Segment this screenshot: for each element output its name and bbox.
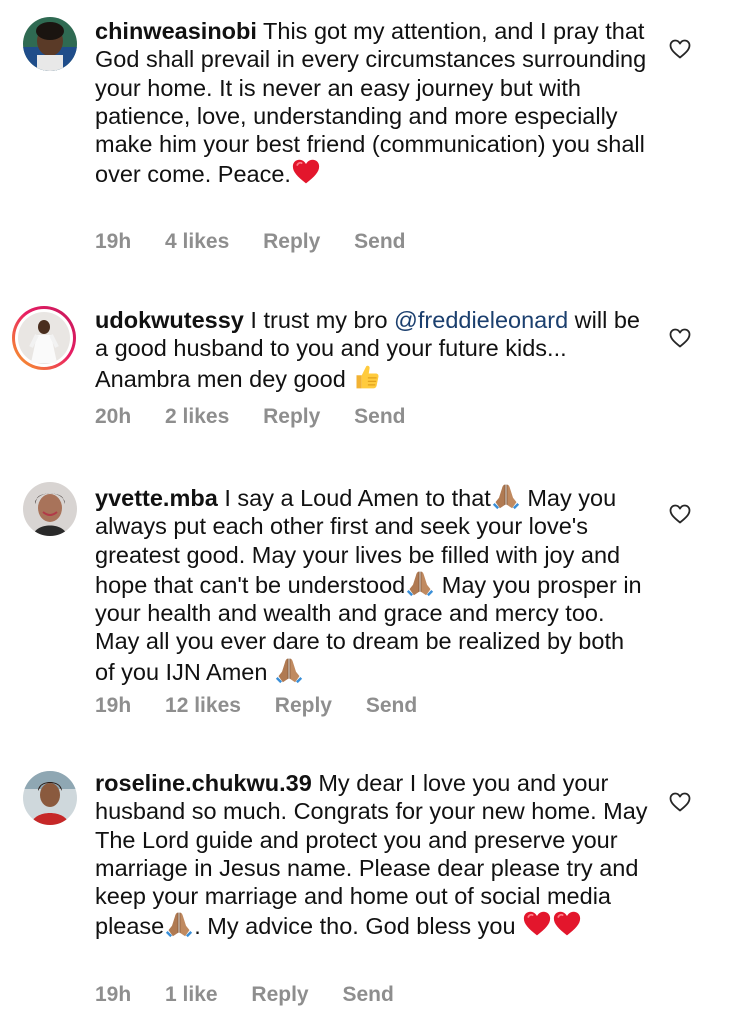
comment-text: chinweasinobi This got my attention, and… bbox=[95, 17, 650, 189]
heart-outline-icon[interactable] bbox=[668, 790, 692, 814]
username[interactable]: udokwutessy bbox=[95, 307, 244, 333]
red-heart-emoji bbox=[522, 910, 552, 938]
timestamp: 19h bbox=[95, 230, 132, 253]
comment-body: I trust my bro bbox=[250, 307, 395, 333]
likes-count[interactable]: 1 like bbox=[165, 983, 218, 1007]
timestamp: 19h bbox=[95, 694, 132, 717]
avatar[interactable] bbox=[11, 305, 77, 371]
likes-count[interactable]: 2 likes bbox=[165, 405, 229, 429]
thumbs-up-emoji bbox=[352, 363, 382, 391]
avatar[interactable] bbox=[23, 771, 77, 825]
likes-count[interactable]: 4 likes bbox=[165, 230, 229, 254]
avatar[interactable] bbox=[23, 482, 77, 536]
comment-meta: 19h 12 likes Reply Send bbox=[95, 694, 445, 718]
folded-hands-emoji bbox=[164, 910, 194, 938]
folded-hands-emoji bbox=[405, 569, 435, 597]
comment-meta: 19h 1 like Reply Send bbox=[95, 983, 422, 1007]
comment-text: roseline.chukwu.39 My dear I love you an… bbox=[95, 769, 650, 941]
red-heart-emoji bbox=[552, 910, 582, 938]
reply-button[interactable]: Reply bbox=[263, 230, 320, 254]
avatar[interactable] bbox=[23, 17, 77, 71]
reply-button[interactable]: Reply bbox=[251, 983, 308, 1007]
username[interactable]: yvette.mba bbox=[95, 485, 218, 511]
heart-outline-icon[interactable] bbox=[668, 37, 692, 61]
reply-button[interactable]: Reply bbox=[263, 405, 320, 429]
folded-hands-emoji bbox=[274, 656, 304, 684]
mention-link[interactable]: @freddieleonard bbox=[394, 307, 568, 333]
comment-body: . My advice tho. God bless you bbox=[194, 913, 523, 940]
send-button[interactable]: Send bbox=[354, 230, 405, 254]
heart-outline-icon[interactable] bbox=[668, 326, 692, 350]
send-button[interactable]: Send bbox=[342, 983, 393, 1007]
comment-meta: 20h 2 likes Reply Send bbox=[95, 405, 433, 429]
likes-count[interactable]: 12 likes bbox=[165, 694, 241, 718]
reply-button[interactable]: Reply bbox=[275, 694, 332, 718]
timestamp: 20h bbox=[95, 405, 132, 428]
username[interactable]: chinweasinobi bbox=[95, 18, 257, 44]
send-button[interactable]: Send bbox=[366, 694, 417, 718]
comment-text: yvette.mba I say a Loud Amen to that May… bbox=[95, 482, 650, 686]
comment-text: udokwutessy I trust my bro @freddieleona… bbox=[95, 306, 650, 393]
red-heart-emoji bbox=[291, 158, 321, 186]
username[interactable]: roseline.chukwu.39 bbox=[95, 770, 312, 796]
timestamp: 19h bbox=[95, 983, 132, 1006]
comment-meta: 19h 4 likes Reply Send bbox=[95, 230, 433, 254]
heart-outline-icon[interactable] bbox=[668, 502, 692, 526]
send-button[interactable]: Send bbox=[354, 405, 405, 429]
comment-body: I say a Loud Amen to that bbox=[224, 485, 491, 511]
folded-hands-emoji bbox=[491, 482, 521, 510]
